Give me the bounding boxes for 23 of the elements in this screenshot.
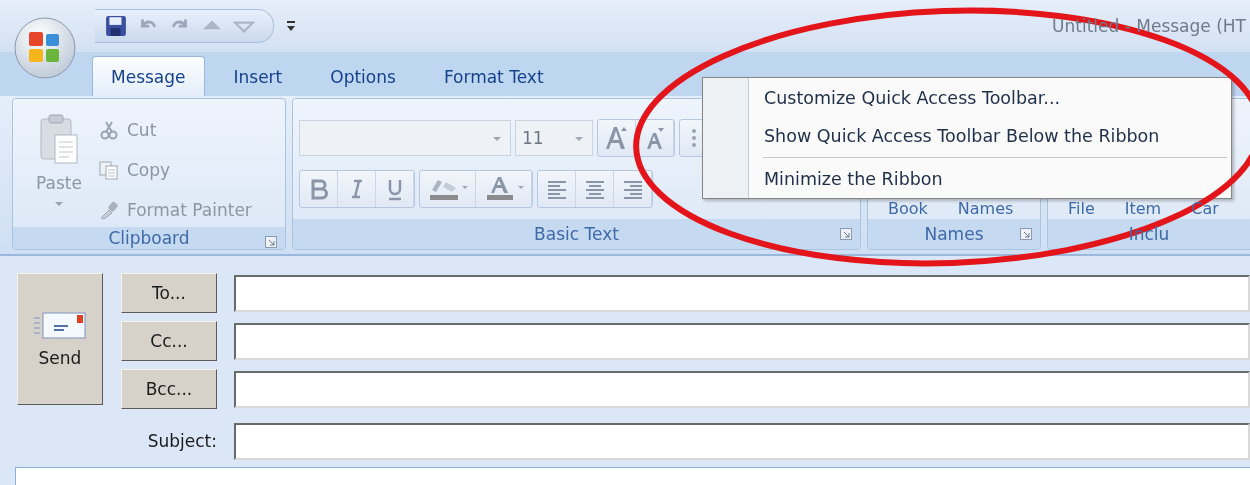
address-button[interactable]: Cc...	[121, 321, 217, 361]
ribbon-button[interactable]: Car	[1191, 200, 1219, 217]
ribbon-button[interactable]: Names	[957, 200, 1014, 217]
font-size-field[interactable]: 11	[515, 120, 593, 156]
address-button[interactable]: Bcc...	[121, 369, 217, 409]
group-label: Inclu	[1128, 224, 1170, 244]
ribbon-button[interactable]: File	[1068, 200, 1095, 217]
group-label: Basic Text	[534, 224, 619, 244]
ribbon-tab[interactable]: Format Text	[424, 56, 563, 96]
subject-label: Subject:	[146, 431, 217, 451]
address-button[interactable]: To...	[121, 273, 217, 313]
menu-item[interactable]: Minimize the Ribbon	[703, 160, 1231, 198]
group-label: Names	[924, 224, 984, 244]
ribbon-button[interactable]: Book	[888, 200, 928, 217]
send-button[interactable]: Send	[17, 273, 103, 405]
ribbon-button[interactable]: Item	[1124, 200, 1162, 217]
menu-item[interactable]: Customize Quick Access Toolbar...	[703, 79, 1231, 117]
group-label: Clipboard	[108, 228, 190, 248]
ribbon-tab[interactable]: Message	[92, 56, 205, 96]
menu-item[interactable]: Show Quick Access Toolbar Below the Ribbon	[703, 117, 1231, 155]
window-title: Untitled - Message (HT	[1052, 16, 1247, 36]
ribbon-tab[interactable]: Options	[311, 56, 415, 96]
ribbon-tab[interactable]: Insert	[214, 56, 302, 96]
